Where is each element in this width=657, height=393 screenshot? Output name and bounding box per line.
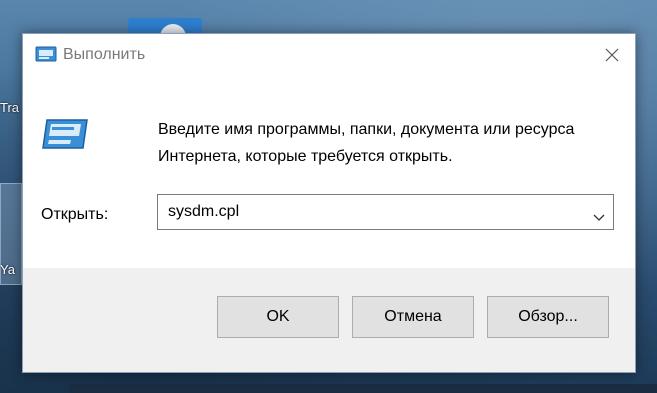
window-title: Выполнить <box>63 46 146 63</box>
open-input[interactable] <box>168 202 568 222</box>
dialog-description: Введите имя программы, папки, документа … <box>158 121 575 165</box>
title-bar[interactable]: Выполнить <box>23 34 635 78</box>
desktop-icon-label[interactable]: Tra <box>0 100 19 115</box>
close-button[interactable] <box>589 34 635 78</box>
cancel-button[interactable]: Отмена <box>352 296 474 338</box>
run-icon <box>41 118 89 158</box>
close-icon <box>605 47 619 66</box>
desktop-icon-label[interactable]: Ya <box>0 262 15 277</box>
open-label: Открыть: <box>41 206 109 223</box>
taskbar <box>70 384 657 393</box>
chevron-down-icon[interactable] <box>593 207 605 226</box>
ok-button[interactable]: OK <box>217 296 339 338</box>
browse-button[interactable]: Обзор... <box>487 296 609 338</box>
run-icon <box>35 46 57 68</box>
open-combobox[interactable] <box>157 194 614 230</box>
run-dialog: Выполнить Введите имя программы, папки, … <box>22 33 636 373</box>
dialog-body: Введите имя программы, папки, документа … <box>23 78 635 268</box>
button-bar: OK Отмена Обзор... <box>23 268 635 372</box>
